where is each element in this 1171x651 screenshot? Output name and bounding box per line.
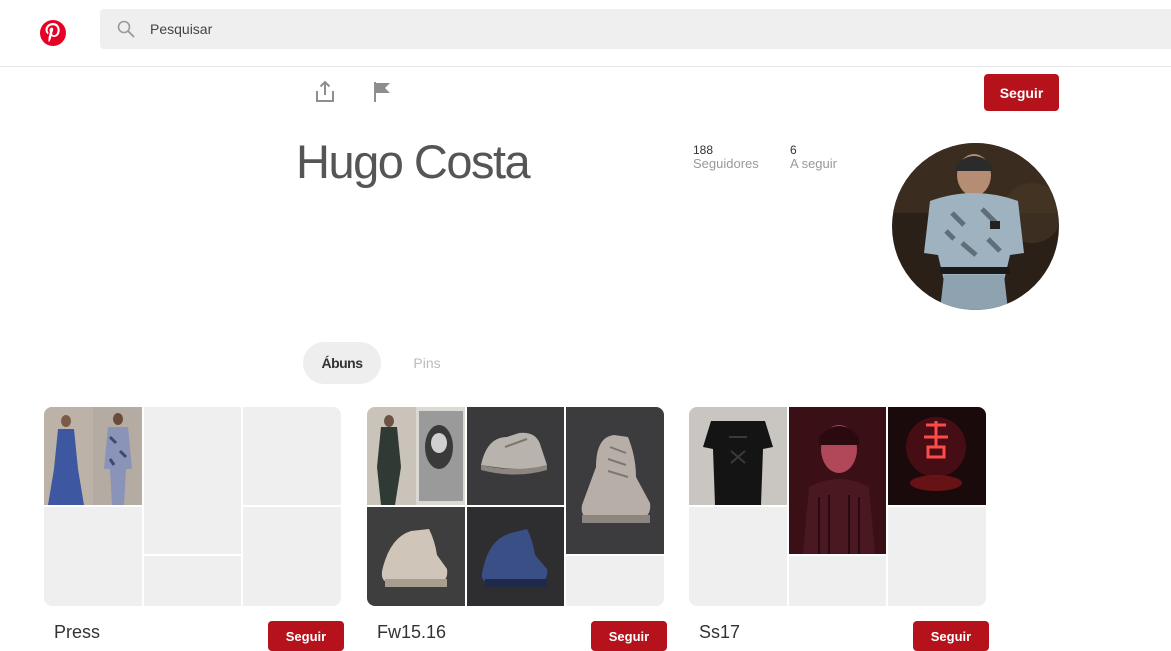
board-follow-button[interactable]: Seguir [268, 621, 344, 651]
board-cover-image [467, 507, 564, 606]
pinterest-logo-icon[interactable] [40, 20, 66, 46]
board-cover-empty-tile [144, 407, 241, 554]
board-cover-image [888, 407, 986, 505]
profile-follow-button[interactable]: Seguir [984, 74, 1059, 111]
board-cover-empty-tile [888, 507, 986, 606]
board-cover-image [789, 407, 886, 554]
profile-avatar-image [892, 143, 1059, 310]
board-cover-empty-tile [44, 507, 142, 606]
search-bar[interactable] [100, 9, 1171, 49]
board-cover[interactable] [367, 407, 664, 606]
board-cover-empty-tile [566, 556, 664, 606]
share-upload-icon[interactable] [314, 80, 336, 104]
flag-icon[interactable] [372, 80, 394, 104]
following-stat[interactable]: 6 A seguir [790, 143, 837, 171]
board-card-ss17[interactable]: Ss17 Seguir [689, 407, 989, 651]
tab-albums[interactable]: Ábuns [303, 342, 381, 384]
board-follow-button[interactable]: Seguir [591, 621, 667, 651]
board-cover-empty-tile [243, 507, 341, 606]
board-follow-button[interactable]: Seguir [913, 621, 989, 651]
board-cover-empty-tile [689, 507, 787, 606]
followers-label: Seguidores [693, 156, 759, 171]
board-cover-image [44, 407, 142, 505]
search-icon [117, 20, 135, 38]
board-cover-image [367, 407, 465, 505]
board-card-press[interactable]: Press Seguir [44, 407, 344, 651]
board-cover[interactable] [44, 407, 341, 606]
board-cover-empty-tile [243, 407, 341, 505]
profile-name: Hugo Costa [296, 135, 531, 188]
search-input[interactable] [148, 20, 1052, 38]
board-title[interactable]: Ss17 [699, 622, 740, 643]
board-title[interactable]: Press [54, 622, 100, 643]
followers-stat[interactable]: 188 Seguidores [693, 143, 759, 171]
board-cover-empty-tile [144, 556, 241, 606]
board-card-fw15-16[interactable]: Fw15.16 Seguir [367, 407, 667, 651]
board-cover-empty-tile [789, 556, 886, 606]
following-label: A seguir [790, 156, 837, 171]
board-cover-image [467, 407, 564, 505]
board-title[interactable]: Fw15.16 [377, 622, 446, 643]
following-count: 6 [790, 143, 797, 157]
followers-count: 188 [693, 143, 714, 157]
board-cover-image [367, 507, 465, 606]
board-cover[interactable] [689, 407, 986, 606]
board-cover-image [566, 407, 664, 554]
board-cover-image [689, 407, 787, 505]
top-navigation-bar [0, 0, 1171, 67]
tab-pins[interactable]: Pins [395, 342, 459, 384]
